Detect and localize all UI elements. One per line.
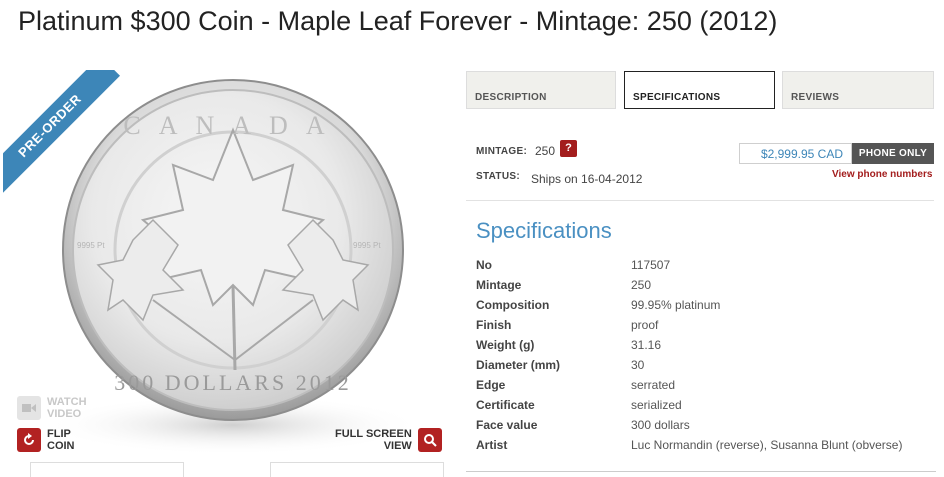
specifications-heading: Specifications	[476, 218, 612, 243]
spec-key: Artist	[476, 438, 508, 452]
spec-value: 30	[631, 358, 645, 372]
status-value: Ships on 16-04-2012	[531, 172, 643, 186]
price-display: $2,999.95 CAD	[739, 143, 852, 164]
spec-key: No	[476, 258, 492, 272]
spec-value: serrated	[631, 378, 676, 392]
watch-video-button[interactable]: WATCH VIDEO	[17, 396, 87, 420]
page-title: Platinum $300 Coin - Maple Leaf Forever …	[18, 6, 778, 36]
status-label: STATUS:	[476, 171, 520, 182]
view-phone-numbers-link[interactable]: View phone numbers	[832, 169, 932, 180]
spec-key: Finish	[476, 318, 512, 332]
help-icon[interactable]: ?	[560, 140, 577, 157]
watch-video-line1: WATCH	[47, 396, 87, 408]
mintage-label: MINTAGE:	[476, 146, 528, 157]
spec-key: Weight (g)	[476, 338, 535, 352]
spec-key: Face value	[476, 418, 538, 432]
tab-reviews[interactable]: REVIEWS	[782, 71, 934, 109]
spec-value: 99.95% platinum	[631, 298, 721, 312]
flip-coin-line1: FLIP	[47, 428, 71, 440]
full-screen-line1: FULL SCREEN	[335, 428, 412, 440]
spec-key: Composition	[476, 298, 550, 312]
spec-value: 31.16	[631, 338, 662, 352]
spec-value: 117507	[631, 258, 671, 272]
product-image-panel: CANADA 300 DOLLARS 2012 9995 Pt 9995 Pt …	[3, 70, 448, 475]
mintage-value: 250	[535, 144, 556, 158]
spec-key: Diameter (mm)	[476, 358, 561, 372]
spec-value: 250	[631, 278, 652, 292]
rotate-icon	[17, 428, 41, 452]
divider	[466, 200, 934, 201]
flip-coin-button[interactable]: FLIP COIN	[17, 428, 75, 452]
tab-specifications[interactable]: SPECIFICATIONS	[624, 71, 775, 109]
coin-top-text: CANADA	[123, 111, 342, 140]
watch-video-line2: VIDEO	[47, 408, 82, 420]
flip-coin-line2: COIN	[47, 440, 75, 452]
zoom-icon	[417, 428, 442, 452]
spec-value: proof	[631, 318, 659, 332]
tab-description[interactable]: DESCRIPTION	[466, 71, 616, 109]
purity-mark-left: 9995 Pt	[77, 241, 105, 250]
full-screen-line2: VIEW	[383, 440, 412, 452]
purity-mark-right: 9995 Pt	[353, 241, 381, 250]
full-screen-view-button[interactable]: FULL SCREEN VIEW	[335, 428, 442, 452]
spec-value: serialized	[631, 398, 682, 412]
spec-key: Certificate	[476, 398, 535, 412]
spec-value: Luc Normandin (reverse), Susanna Blunt (…	[631, 438, 903, 452]
phone-only-button[interactable]: PHONE ONLY	[852, 143, 934, 164]
video-camera-icon	[17, 396, 41, 420]
bottom-divider	[466, 471, 936, 472]
spec-value: 300 dollars	[631, 418, 690, 432]
spec-key: Mintage	[476, 278, 522, 292]
coin-bottom-text: 300 DOLLARS 2012	[114, 370, 351, 395]
spec-key: Edge	[476, 378, 506, 392]
